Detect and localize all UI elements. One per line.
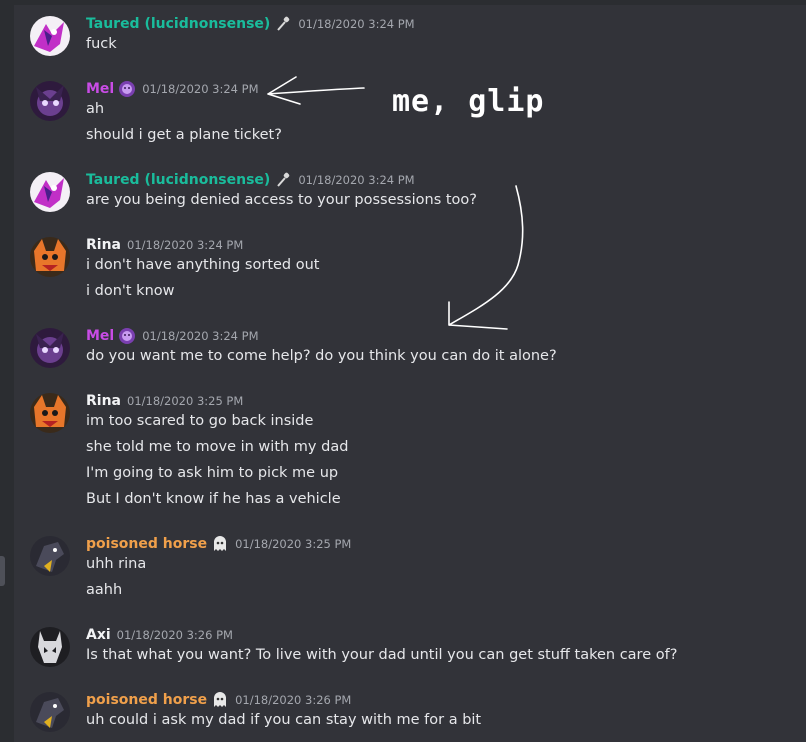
arrow-down bbox=[448, 185, 524, 330]
annotation-text: me, glip bbox=[392, 84, 545, 119]
arrow-to-mel bbox=[267, 76, 365, 105]
